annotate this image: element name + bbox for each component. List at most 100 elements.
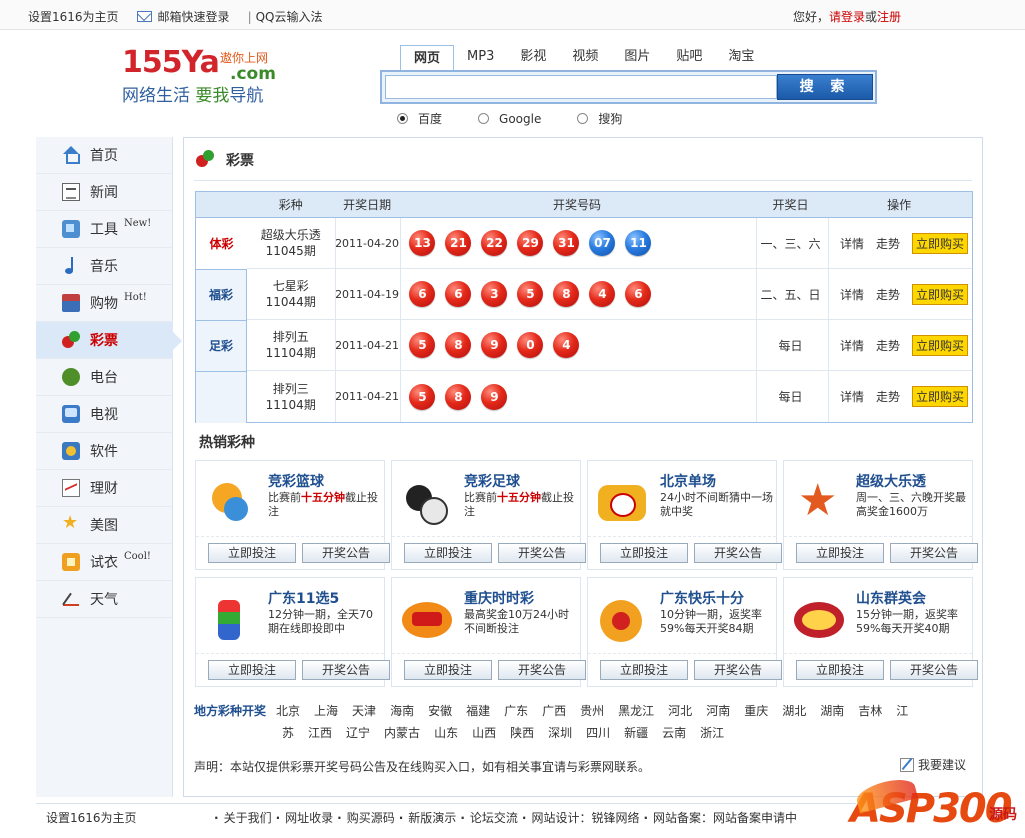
radio-button[interactable] — [397, 113, 408, 124]
footer-link[interactable]: 购买源码 — [337, 809, 395, 826]
mail-login-link[interactable]: 邮箱快速登录 — [136, 8, 230, 25]
bet-now-button[interactable]: 立即投注 — [600, 660, 688, 680]
region-link[interactable]: 海南 — [390, 700, 414, 722]
region-link[interactable]: 辽宁 — [346, 722, 370, 744]
trend-link[interactable]: 走势 — [876, 235, 900, 252]
login-link[interactable]: 请登录 — [829, 10, 865, 24]
tab-1[interactable]: 网页 — [400, 45, 455, 71]
region-link[interactable]: 新疆 — [624, 722, 648, 744]
lottery-logo[interactable] — [792, 477, 848, 527]
region-link[interactable]: 江 — [896, 700, 908, 722]
region-link[interactable]: 吉林 — [858, 700, 882, 722]
card-title[interactable]: 竞彩篮球 — [268, 471, 324, 491]
draw-notice-button[interactable]: 开奖公告 — [694, 660, 782, 680]
buy-now-button[interactable]: 立即购买 — [911, 283, 968, 305]
region-link[interactable]: 深圳 — [548, 722, 572, 744]
sidebar-item-7[interactable]: 电台 — [36, 359, 173, 396]
draw-notice-button[interactable]: 开奖公告 — [890, 660, 978, 680]
draw-notice-button[interactable]: 开奖公告 — [498, 660, 586, 680]
region-link[interactable]: 河北 — [668, 700, 692, 722]
footer-link[interactable]: 论坛交流 — [460, 809, 518, 826]
bet-now-button[interactable]: 立即投注 — [208, 543, 296, 563]
sidebar-item-6[interactable]: 彩票 — [36, 322, 182, 359]
site-logo[interactable]: 155Ya 遨你上网 .com 网络生活 要我导航 — [122, 47, 282, 107]
engine-option-3[interactable]: 搜狗 — [577, 110, 622, 127]
footer-link[interactable]: 网站设计：锐锋网络 — [522, 809, 639, 826]
region-link[interactable]: 广东 — [504, 700, 528, 722]
tab-4[interactable]: 视频 — [559, 44, 611, 70]
card-title[interactable]: 广东快乐十分 — [660, 588, 744, 608]
category-tab-2[interactable]: 福彩 — [196, 270, 247, 321]
sidebar-item-11[interactable]: 美图 — [36, 507, 173, 544]
region-link[interactable]: 广西 — [542, 700, 566, 722]
draw-notice-button[interactable]: 开奖公告 — [302, 660, 390, 680]
sidebar-item-8[interactable]: 电视 — [36, 396, 173, 433]
bet-now-button[interactable]: 立即投注 — [796, 660, 884, 680]
region-link[interactable]: 湖北 — [782, 700, 806, 722]
draw-notice-button[interactable]: 开奖公告 — [498, 543, 586, 563]
lottery-logo[interactable] — [204, 596, 260, 644]
region-link[interactable]: 陕西 — [510, 722, 534, 744]
region-link[interactable]: 福建 — [466, 700, 490, 722]
card-title[interactable]: 山东群英会 — [856, 588, 926, 608]
region-link[interactable]: 湖南 — [820, 700, 844, 722]
radio-button[interactable] — [478, 113, 490, 124]
card-title[interactable]: 广东11选5 — [268, 588, 339, 608]
detail-link[interactable]: 详情 — [840, 235, 864, 252]
register-link[interactable]: 注册 — [877, 10, 901, 24]
sidebar-item-5[interactable]: 购物 Hot! — [36, 285, 173, 322]
search-input[interactable] — [385, 75, 777, 99]
region-link[interactable]: 安徽 — [428, 700, 452, 722]
footer-link[interactable]: 网站备案：网站备案申请中 — [643, 809, 797, 826]
sidebar-item-4[interactable]: 音乐 — [36, 248, 173, 285]
card-title[interactable]: 北京单场 — [660, 471, 716, 491]
draw-notice-button[interactable]: 开奖公告 — [302, 543, 390, 563]
region-link[interactable]: 内蒙古 — [384, 722, 420, 744]
engine-option-1[interactable]: 百度 — [397, 110, 442, 127]
engine-option-2[interactable]: Google — [478, 110, 541, 127]
sidebar-item-3[interactable]: 工具 New! — [36, 211, 173, 248]
region-link[interactable]: 天津 — [352, 700, 376, 722]
radio-button[interactable] — [577, 113, 589, 124]
tab-7[interactable]: 淘宝 — [715, 44, 767, 70]
lottery-logo[interactable] — [596, 596, 652, 644]
region-link[interactable]: 浙江 — [700, 722, 724, 744]
region-link[interactable]: 江西 — [308, 722, 332, 744]
tab-6[interactable]: 贴吧 — [663, 44, 715, 70]
region-link[interactable]: 北京 — [276, 700, 300, 722]
set-homepage-link[interactable]: 设置1616为主页 — [28, 8, 119, 25]
lottery-logo[interactable] — [792, 596, 848, 644]
draw-notice-button[interactable]: 开奖公告 — [890, 543, 978, 563]
trend-link[interactable]: 走势 — [876, 388, 900, 405]
bet-now-button[interactable]: 立即投注 — [404, 660, 492, 680]
tab-5[interactable]: 图片 — [611, 44, 663, 70]
buy-now-button[interactable]: 立即购买 — [911, 386, 968, 407]
lottery-logo[interactable] — [400, 479, 456, 527]
footer-link[interactable]: 关于我们 — [214, 809, 272, 826]
sidebar-item-13[interactable]: 天气 — [36, 581, 173, 618]
lottery-logo[interactable] — [204, 479, 260, 527]
bet-now-button[interactable]: 立即投注 — [600, 543, 688, 563]
region-link[interactable]: 河南 — [706, 700, 730, 722]
qq-input-link[interactable]: | QQ云输入法 — [248, 8, 323, 25]
region-link[interactable]: 重庆 — [744, 700, 768, 722]
card-title[interactable]: 重庆时时彩 — [464, 588, 534, 608]
bet-now-button[interactable]: 立即投注 — [796, 543, 884, 563]
region-link[interactable]: 苏 — [282, 722, 294, 744]
footer-link[interactable]: 网址收录 — [276, 809, 333, 826]
sidebar-item-2[interactable]: 新闻 — [36, 174, 173, 211]
region-link[interactable]: 黑龙江 — [618, 700, 654, 722]
sidebar-item-12[interactable]: 试衣 Cool! — [36, 544, 173, 581]
category-tab-1[interactable]: 体彩 — [196, 219, 247, 270]
sidebar-item-10[interactable]: 理财 — [36, 470, 173, 507]
region-link[interactable]: 贵州 — [580, 700, 604, 722]
tab-3[interactable]: 影视 — [507, 44, 559, 70]
region-link[interactable]: 云南 — [662, 722, 686, 744]
sidebar-item-9[interactable]: 软件 — [36, 433, 173, 470]
search-button[interactable]: 搜 索 — [777, 74, 873, 100]
buy-now-button[interactable]: 立即购买 — [911, 334, 968, 356]
footer-set-homepage[interactable]: 设置1616为主页 — [46, 809, 137, 826]
card-title[interactable]: 超级大乐透 — [856, 471, 926, 491]
tab-2[interactable]: MP3 — [454, 44, 507, 70]
bet-now-button[interactable]: 立即投注 — [208, 660, 296, 680]
